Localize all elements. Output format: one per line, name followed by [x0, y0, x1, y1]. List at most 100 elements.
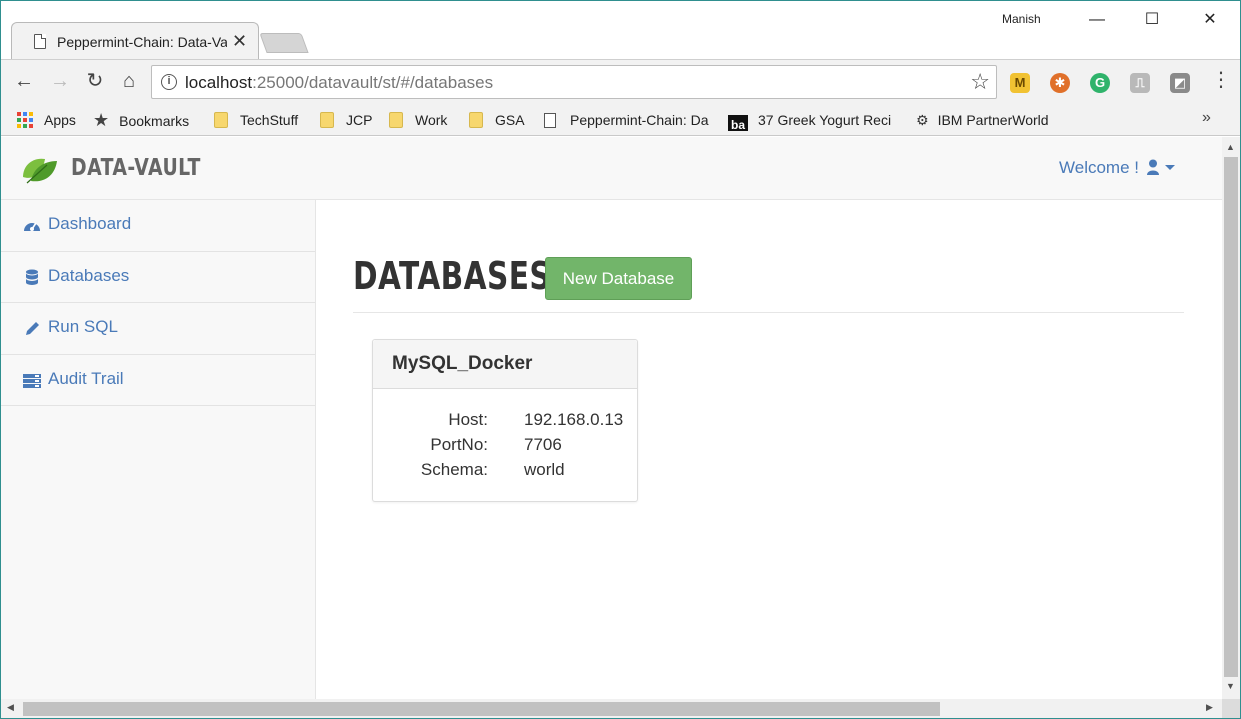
star-icon: ★ — [93, 110, 110, 130]
sidebar-item-databases[interactable]: Databases — [1, 252, 315, 303]
port-row: PortNo: 7706 — [373, 435, 639, 457]
pdf-extension-icon[interactable]: ⎍ — [1130, 73, 1150, 93]
info-icon[interactable]: i — [161, 74, 177, 90]
sidebar-item-label: Run SQL — [48, 317, 118, 336]
menu-kebab-icon[interactable]: ⋮ — [1211, 70, 1231, 90]
welcome-user-menu[interactable]: Welcome ! — [1059, 158, 1177, 178]
bookmark-jcp[interactable]: JCP — [320, 109, 372, 131]
ibm-bee-icon: ⚙ — [916, 112, 929, 128]
folder-icon — [389, 112, 403, 128]
reload-button[interactable]: ↻ — [82, 68, 108, 94]
port-value: 7706 — [524, 435, 562, 454]
folder-icon — [214, 112, 228, 128]
browser-toolbar: ← → ↻ ⌂ i localhost:25000/datavault/st/#… — [1, 59, 1240, 105]
sidebar-item-audit-trail[interactable]: Audit Trail — [1, 355, 315, 406]
bookmark-peppermint[interactable]: Peppermint-Chain: Da — [544, 109, 714, 131]
host-value: 192.168.0.13 — [524, 410, 624, 429]
pencil-icon — [26, 322, 39, 335]
back-button[interactable]: ← — [11, 68, 37, 94]
bookmark-work[interactable]: Work — [389, 109, 447, 131]
bookmark-techstuff[interactable]: TechStuff — [214, 109, 298, 131]
sidebar-item-label: Audit Trail — [48, 368, 124, 388]
vertical-scroll-thumb[interactable] — [1224, 157, 1238, 677]
port-label: PortNo: — [430, 435, 488, 454]
user-icon — [1147, 159, 1175, 175]
lifebuoy-extension-icon[interactable]: ✱ — [1050, 73, 1070, 93]
close-window-button[interactable]: ✕ — [1187, 5, 1233, 35]
sidebar-item-run-sql[interactable]: Run SQL — [1, 303, 315, 355]
shield-extension-icon[interactable]: ◩ — [1170, 73, 1190, 93]
welcome-text: Welcome ! — [1059, 158, 1139, 177]
grammarly-extension-icon[interactable]: G — [1090, 73, 1110, 93]
bookmark-greek-yogurt[interactable]: ba 37 Greek Yogurt Reci — [728, 109, 901, 131]
leaf-logo-icon[interactable] — [21, 151, 59, 185]
bookmark-label: JCP — [346, 112, 373, 128]
brand-name[interactable]: DATA-VAULT — [71, 155, 201, 181]
scroll-up-arrow-icon[interactable]: ▲ — [1226, 142, 1235, 152]
database-card[interactable]: MySQL_Docker Host: 192.168.0.13 PortNo: … — [372, 339, 638, 502]
url-host: localhost — [185, 73, 253, 92]
title-bar: Peppermint-Chain: Data-Vault ✕ Manish — … — [1, 1, 1240, 60]
bookmark-apps[interactable]: Apps — [17, 109, 76, 131]
bookmark-bookmarks[interactable]: ★ Bookmarks — [93, 109, 189, 131]
scroll-left-arrow-icon[interactable]: ◀ — [7, 702, 14, 713]
host-row: Host: 192.168.0.13 — [373, 410, 639, 432]
dashboard-icon — [24, 222, 40, 231]
host-label: Host: — [448, 410, 488, 429]
forward-button[interactable]: → — [47, 68, 73, 94]
bookmark-label: GSA — [495, 112, 525, 128]
database-name: MySQL_Docker — [392, 353, 533, 374]
bookmark-gsa[interactable]: GSA — [469, 109, 525, 131]
server-list-icon — [23, 373, 41, 388]
minimize-button[interactable]: — — [1074, 5, 1120, 35]
folder-icon — [469, 112, 483, 128]
page-viewport: DATA-VAULT Welcome ! Dashboard Databases… — [1, 137, 1222, 699]
bookmark-label: TechStuff — [240, 112, 299, 128]
apps-grid-icon — [17, 112, 33, 128]
close-tab-icon[interactable]: ✕ — [232, 31, 247, 52]
new-tab-button[interactable] — [259, 33, 309, 53]
home-button[interactable]: ⌂ — [116, 68, 142, 94]
scroll-down-arrow-icon[interactable]: ▼ — [1226, 681, 1235, 691]
bookmark-label: IBM PartnerWorld — [937, 112, 1049, 128]
scroll-right-arrow-icon[interactable]: ▶ — [1206, 702, 1213, 713]
bookmark-label: Apps — [44, 112, 76, 128]
horizontal-scrollbar[interactable]: ◀ ▶ — [1, 699, 1222, 718]
schema-label: Schema: — [420, 460, 488, 479]
sidebar-item-dashboard[interactable]: Dashboard — [1, 200, 315, 252]
m-extension-icon[interactable]: M — [1010, 73, 1030, 93]
bookmark-label: Peppermint-Chain: Da — [570, 112, 709, 128]
database-icon — [26, 269, 38, 285]
scrollbar-corner — [1222, 699, 1240, 718]
profile-name[interactable]: Manish — [1002, 12, 1041, 26]
new-database-button[interactable]: New Database — [545, 257, 692, 300]
vertical-scrollbar[interactable]: ▲ ▼ — [1222, 137, 1240, 699]
page-icon — [34, 34, 46, 49]
url-text[interactable]: localhost:25000/datavault/st/#/databases — [185, 73, 493, 93]
address-bar[interactable]: i localhost:25000/datavault/st/#/databas… — [151, 65, 997, 99]
divider — [353, 312, 1184, 313]
folder-icon — [320, 112, 334, 128]
page-title: DATABASES — [353, 254, 552, 298]
bookmarks-bar: Apps ★ Bookmarks TechStuff JCP Work GSA P… — [1, 105, 1240, 136]
bookmark-label: Work — [415, 112, 448, 128]
schema-value: world — [524, 460, 565, 479]
bookmark-label: 37 Greek Yogurt Reci — [758, 112, 892, 128]
bookmark-ibm[interactable]: ⚙ IBM PartnerWorld — [916, 109, 1049, 131]
more-bookmarks-button[interactable]: » — [1202, 109, 1211, 127]
horizontal-scroll-thumb[interactable] — [23, 702, 940, 716]
sidebar-item-label: Databases — [48, 265, 130, 285]
page-icon — [544, 113, 556, 128]
ba-logo-icon: ba — [728, 115, 748, 131]
card-header: MySQL_Docker — [373, 340, 637, 389]
maximize-button[interactable]: ☐ — [1129, 5, 1175, 35]
browser-window: Peppermint-Chain: Data-Vault ✕ Manish — … — [0, 0, 1241, 719]
schema-row: Schema: world — [373, 460, 639, 482]
app-header: DATA-VAULT Welcome ! — [1, 137, 1222, 200]
bookmark-star-icon[interactable]: ☆ — [970, 69, 990, 95]
main-content: DATABASES New Database MySQL_Docker Host… — [316, 200, 1222, 699]
url-path: :25000/datavault/st/#/databases — [252, 73, 494, 92]
sidebar-item-label: Dashboard — [48, 214, 132, 233]
browser-tab[interactable]: Peppermint-Chain: Data-Vault ✕ — [11, 22, 259, 60]
tab-title: Peppermint-Chain: Data-Vault — [57, 34, 227, 50]
